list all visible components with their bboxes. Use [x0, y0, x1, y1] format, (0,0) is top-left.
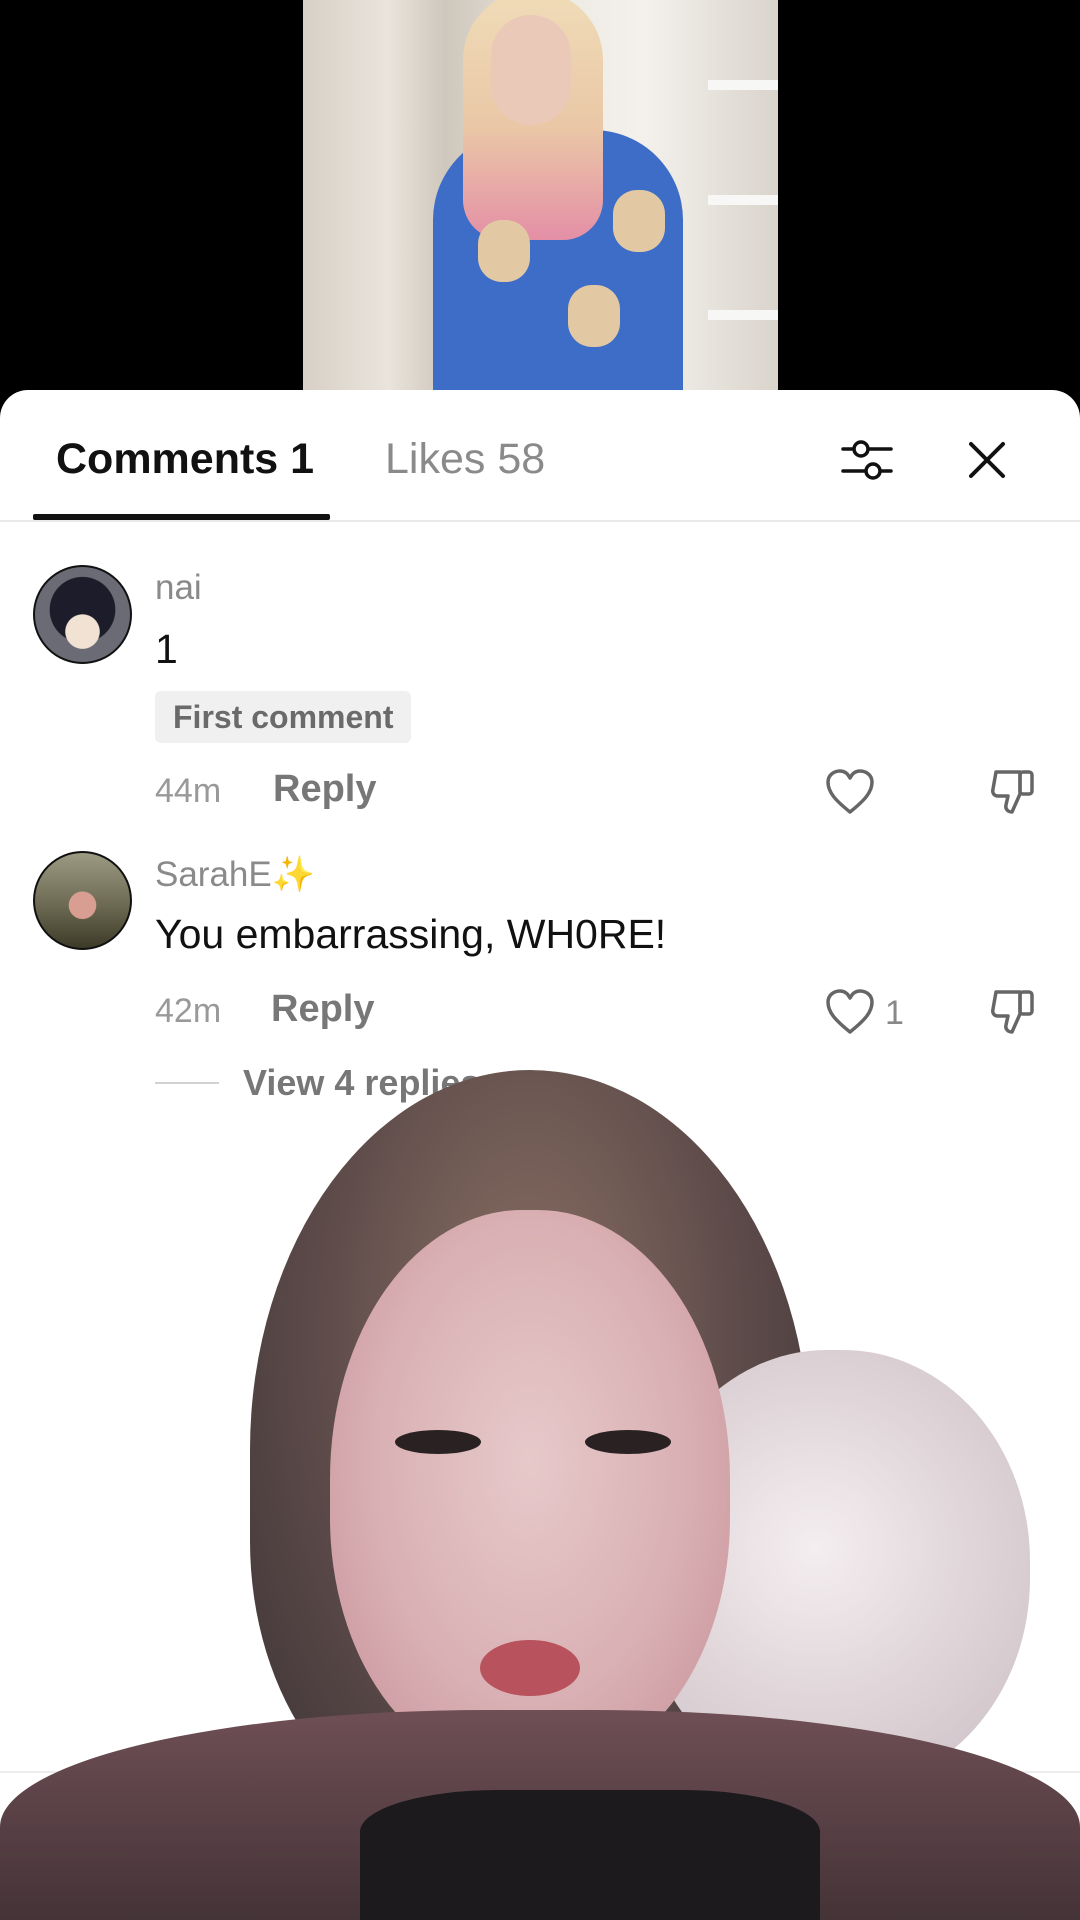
comment-text: You embarrassing, WH0RE! [155, 911, 667, 957]
comments-sheet: Comments 1 Likes 58 nai 1 First comment … [0, 390, 1080, 1920]
video-thumbnail [303, 0, 778, 400]
shelf [708, 195, 778, 205]
avatar[interactable] [33, 851, 132, 950]
sweater-bear-print [478, 220, 530, 282]
comment-text: 1 [155, 626, 178, 672]
like-count: 1 [885, 994, 904, 1032]
sliders-icon[interactable] [837, 430, 897, 490]
heart-icon[interactable] [825, 988, 875, 1036]
video-person-face [491, 15, 571, 125]
input-divider [0, 1771, 1080, 1773]
reply-button[interactable]: Reply [273, 768, 376, 811]
replies-divider-line [155, 1082, 219, 1084]
first-comment-badge: First comment [155, 691, 412, 743]
comment-timestamp: 44m [155, 772, 222, 810]
tab-likes[interactable]: Likes 58 [385, 433, 545, 485]
shelf [708, 80, 778, 90]
comment-timestamp: 42m [155, 992, 222, 1030]
avatar[interactable] [33, 565, 132, 664]
sweater-bear-print [613, 190, 665, 252]
heart-icon[interactable] [825, 768, 875, 816]
view-replies-button[interactable]: View 4 replies ⌄ [155, 1061, 521, 1105]
reply-button[interactable]: Reply [271, 988, 374, 1031]
current-user-avatar [36, 1800, 128, 1892]
video-player[interactable] [0, 0, 1080, 400]
close-icon[interactable] [957, 430, 1017, 490]
thumbs-down-icon[interactable] [988, 986, 1038, 1036]
comment-username[interactable]: SarahE✨ [155, 854, 315, 895]
comment-username[interactable]: nai [155, 568, 202, 608]
tab-comments[interactable]: Comments 1 [56, 433, 314, 485]
shelf [708, 310, 778, 320]
thumbs-down-icon[interactable] [988, 766, 1038, 816]
view-replies-label: View 4 replies ⌄ [243, 1062, 521, 1103]
active-tab-indicator [33, 514, 330, 520]
sweater-bear-print [568, 285, 620, 347]
tab-bar: Comments 1 Likes 58 [0, 390, 1080, 522]
